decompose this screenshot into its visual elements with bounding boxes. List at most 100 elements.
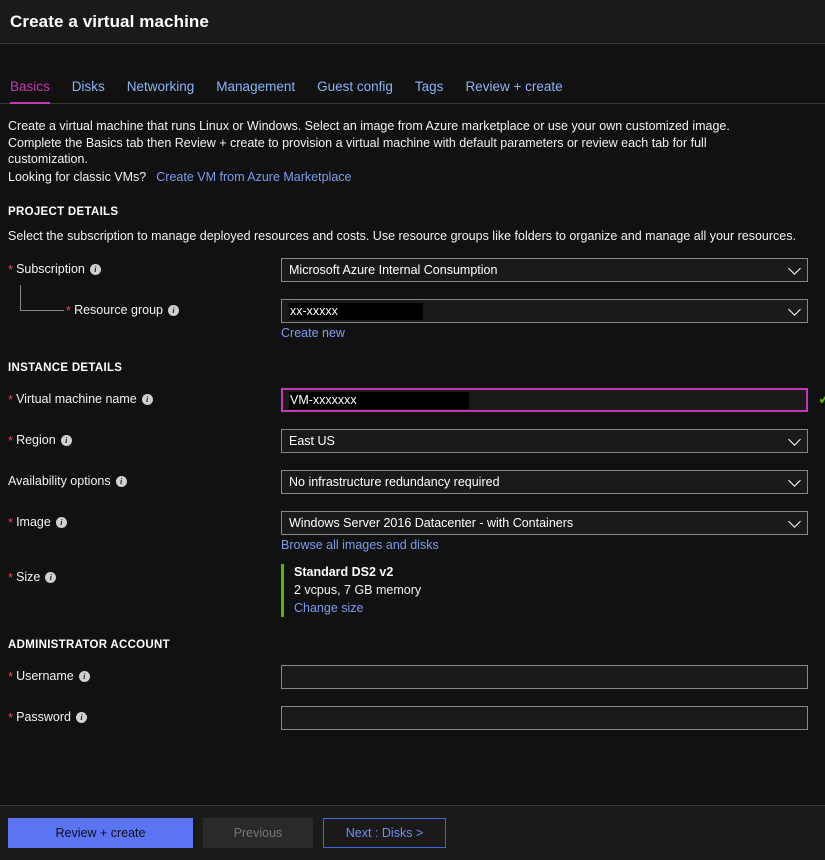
- tab-disks[interactable]: Disks: [72, 79, 105, 104]
- username-label: Username: [16, 669, 74, 683]
- row-username: * Username i: [8, 665, 813, 689]
- subscription-label: Subscription: [16, 262, 85, 276]
- classic-vm-row: Looking for classic VMs?Create VM from A…: [8, 170, 813, 184]
- intro-text: Create a virtual machine that runs Linux…: [8, 118, 798, 168]
- password-label-cell: * Password i: [8, 706, 281, 724]
- required-asterisk: *: [8, 711, 13, 724]
- region-label: Region: [16, 433, 56, 447]
- instance-details-heading: INSTANCE DETAILS: [8, 362, 813, 374]
- row-password: * Password i: [8, 706, 813, 730]
- required-asterisk: *: [8, 434, 13, 447]
- password-field-cell: [281, 706, 813, 730]
- password-input[interactable]: [281, 706, 808, 730]
- username-input[interactable]: [281, 665, 808, 689]
- create-vm-blade: Create a virtual machine Basics Disks Ne…: [0, 0, 825, 860]
- info-icon[interactable]: i: [90, 264, 101, 275]
- username-label-cell: * Username i: [8, 665, 281, 683]
- info-icon[interactable]: i: [56, 517, 67, 528]
- region-label-cell: * Region i: [8, 429, 281, 447]
- required-asterisk: *: [8, 516, 13, 529]
- project-details-form: * Subscription i Microsoft Azure Interna…: [8, 258, 813, 340]
- subscription-value: Microsoft Azure Internal Consumption: [289, 263, 497, 277]
- next-disks-button[interactable]: Next : Disks >: [323, 818, 446, 848]
- row-region: * Region i East US: [8, 429, 813, 453]
- tab-networking[interactable]: Networking: [127, 79, 195, 104]
- row-image: * Image i Windows Server 2016 Datacenter…: [8, 511, 813, 552]
- availability-options-label: Availability options: [8, 474, 111, 488]
- tab-tags[interactable]: Tags: [415, 79, 444, 104]
- create-new-resource-group-row: Create new: [281, 326, 813, 340]
- image-field-cell: Windows Server 2016 Datacenter - with Co…: [281, 511, 813, 552]
- chevron-down-icon: [788, 262, 801, 275]
- project-details-description: Select the subscription to manage deploy…: [8, 228, 798, 245]
- tab-management[interactable]: Management: [216, 79, 295, 104]
- info-icon[interactable]: i: [168, 305, 179, 316]
- tree-connector: [20, 285, 64, 311]
- image-dropdown[interactable]: Windows Server 2016 Datacenter - with Co…: [281, 511, 808, 535]
- password-label: Password: [16, 710, 71, 724]
- required-asterisk: *: [8, 393, 13, 406]
- vm-name-field-cell: VM-xxxxxxx ✓: [281, 388, 813, 412]
- info-icon[interactable]: i: [79, 671, 90, 682]
- resource-group-dropdown[interactable]: xx-xxxxx: [281, 299, 808, 323]
- tab-review-create[interactable]: Review + create: [465, 79, 562, 104]
- page-title: Create a virtual machine: [10, 12, 209, 32]
- required-asterisk: *: [8, 571, 13, 584]
- region-dropdown[interactable]: East US: [281, 429, 808, 453]
- intro-line-2: Complete the Basics tab then Review + cr…: [8, 135, 798, 152]
- administrator-account-heading: ADMINISTRATOR ACCOUNT: [8, 639, 813, 651]
- availability-options-label-cell: Availability options i: [8, 470, 281, 488]
- availability-options-field-cell: No infrastructure redundancy required: [281, 470, 813, 494]
- intro-line-1: Create a virtual machine that runs Linux…: [8, 118, 798, 135]
- change-size-row: Change size: [294, 599, 813, 617]
- resource-group-label-cell: * Resource group i: [8, 299, 281, 317]
- blade-content: Create a virtual machine that runs Linux…: [0, 104, 825, 805]
- tab-basics[interactable]: Basics: [10, 79, 50, 104]
- size-spec: 2 vcpus, 7 GB memory: [294, 581, 813, 599]
- chevron-down-icon: [788, 515, 801, 528]
- row-resource-group: * Resource group i xx-xxxxx Create new: [8, 299, 813, 340]
- info-icon[interactable]: i: [142, 394, 153, 405]
- subscription-field-cell: Microsoft Azure Internal Consumption: [281, 258, 813, 282]
- size-summary: Standard DS2 v2 2 vcpus, 7 GB memory Cha…: [281, 564, 813, 617]
- info-icon[interactable]: i: [116, 476, 127, 487]
- create-vm-marketplace-link[interactable]: Create VM from Azure Marketplace: [156, 170, 351, 184]
- chevron-down-icon: [788, 474, 801, 487]
- browse-images-row: Browse all images and disks: [281, 538, 813, 552]
- row-subscription: * Subscription i Microsoft Azure Interna…: [8, 258, 813, 282]
- create-new-link[interactable]: Create new: [281, 326, 345, 340]
- image-value: Windows Server 2016 Datacenter - with Co…: [289, 516, 573, 530]
- vm-name-input[interactable]: VM-xxxxxxx: [281, 388, 808, 412]
- availability-options-dropdown[interactable]: No infrastructure redundancy required: [281, 470, 808, 494]
- valid-check-icon: ✓: [818, 391, 825, 409]
- required-asterisk: *: [66, 304, 71, 317]
- subscription-dropdown[interactable]: Microsoft Azure Internal Consumption: [281, 258, 808, 282]
- review-create-button[interactable]: Review + create: [8, 818, 193, 848]
- row-vm-name: * Virtual machine name i VM-xxxxxxx ✓: [8, 388, 813, 412]
- tab-guest-config[interactable]: Guest config: [317, 79, 393, 104]
- resource-group-field-cell: xx-xxxxx Create new: [281, 299, 813, 340]
- previous-button: Previous: [203, 818, 313, 848]
- size-label-cell: * Size i: [8, 566, 281, 584]
- required-asterisk: *: [8, 263, 13, 276]
- administrator-account-form: * Username i * Password i: [8, 665, 813, 730]
- blade-header: Create a virtual machine: [0, 0, 825, 44]
- resource-group-label: Resource group: [74, 303, 163, 317]
- region-field-cell: East US: [281, 429, 813, 453]
- region-value: East US: [289, 434, 335, 448]
- browse-all-images-link[interactable]: Browse all images and disks: [281, 538, 439, 552]
- resource-group-value: xx-xxxxx: [289, 303, 423, 320]
- info-icon[interactable]: i: [61, 435, 72, 446]
- chevron-down-icon: [788, 433, 801, 446]
- image-label-cell: * Image i: [8, 511, 281, 529]
- username-field-cell: [281, 665, 813, 689]
- tab-strip: Basics Disks Networking Management Guest…: [0, 44, 825, 104]
- action-bar: Review + create Previous Next : Disks >: [0, 805, 825, 860]
- size-label: Size: [16, 570, 40, 584]
- info-icon[interactable]: i: [76, 712, 87, 723]
- change-size-link[interactable]: Change size: [294, 601, 364, 615]
- intro-line-3: customization.: [8, 151, 798, 168]
- row-size: * Size i Standard DS2 v2 2 vcpus, 7 GB m…: [8, 566, 813, 617]
- info-icon[interactable]: i: [45, 572, 56, 583]
- vm-name-label-cell: * Virtual machine name i: [8, 388, 281, 406]
